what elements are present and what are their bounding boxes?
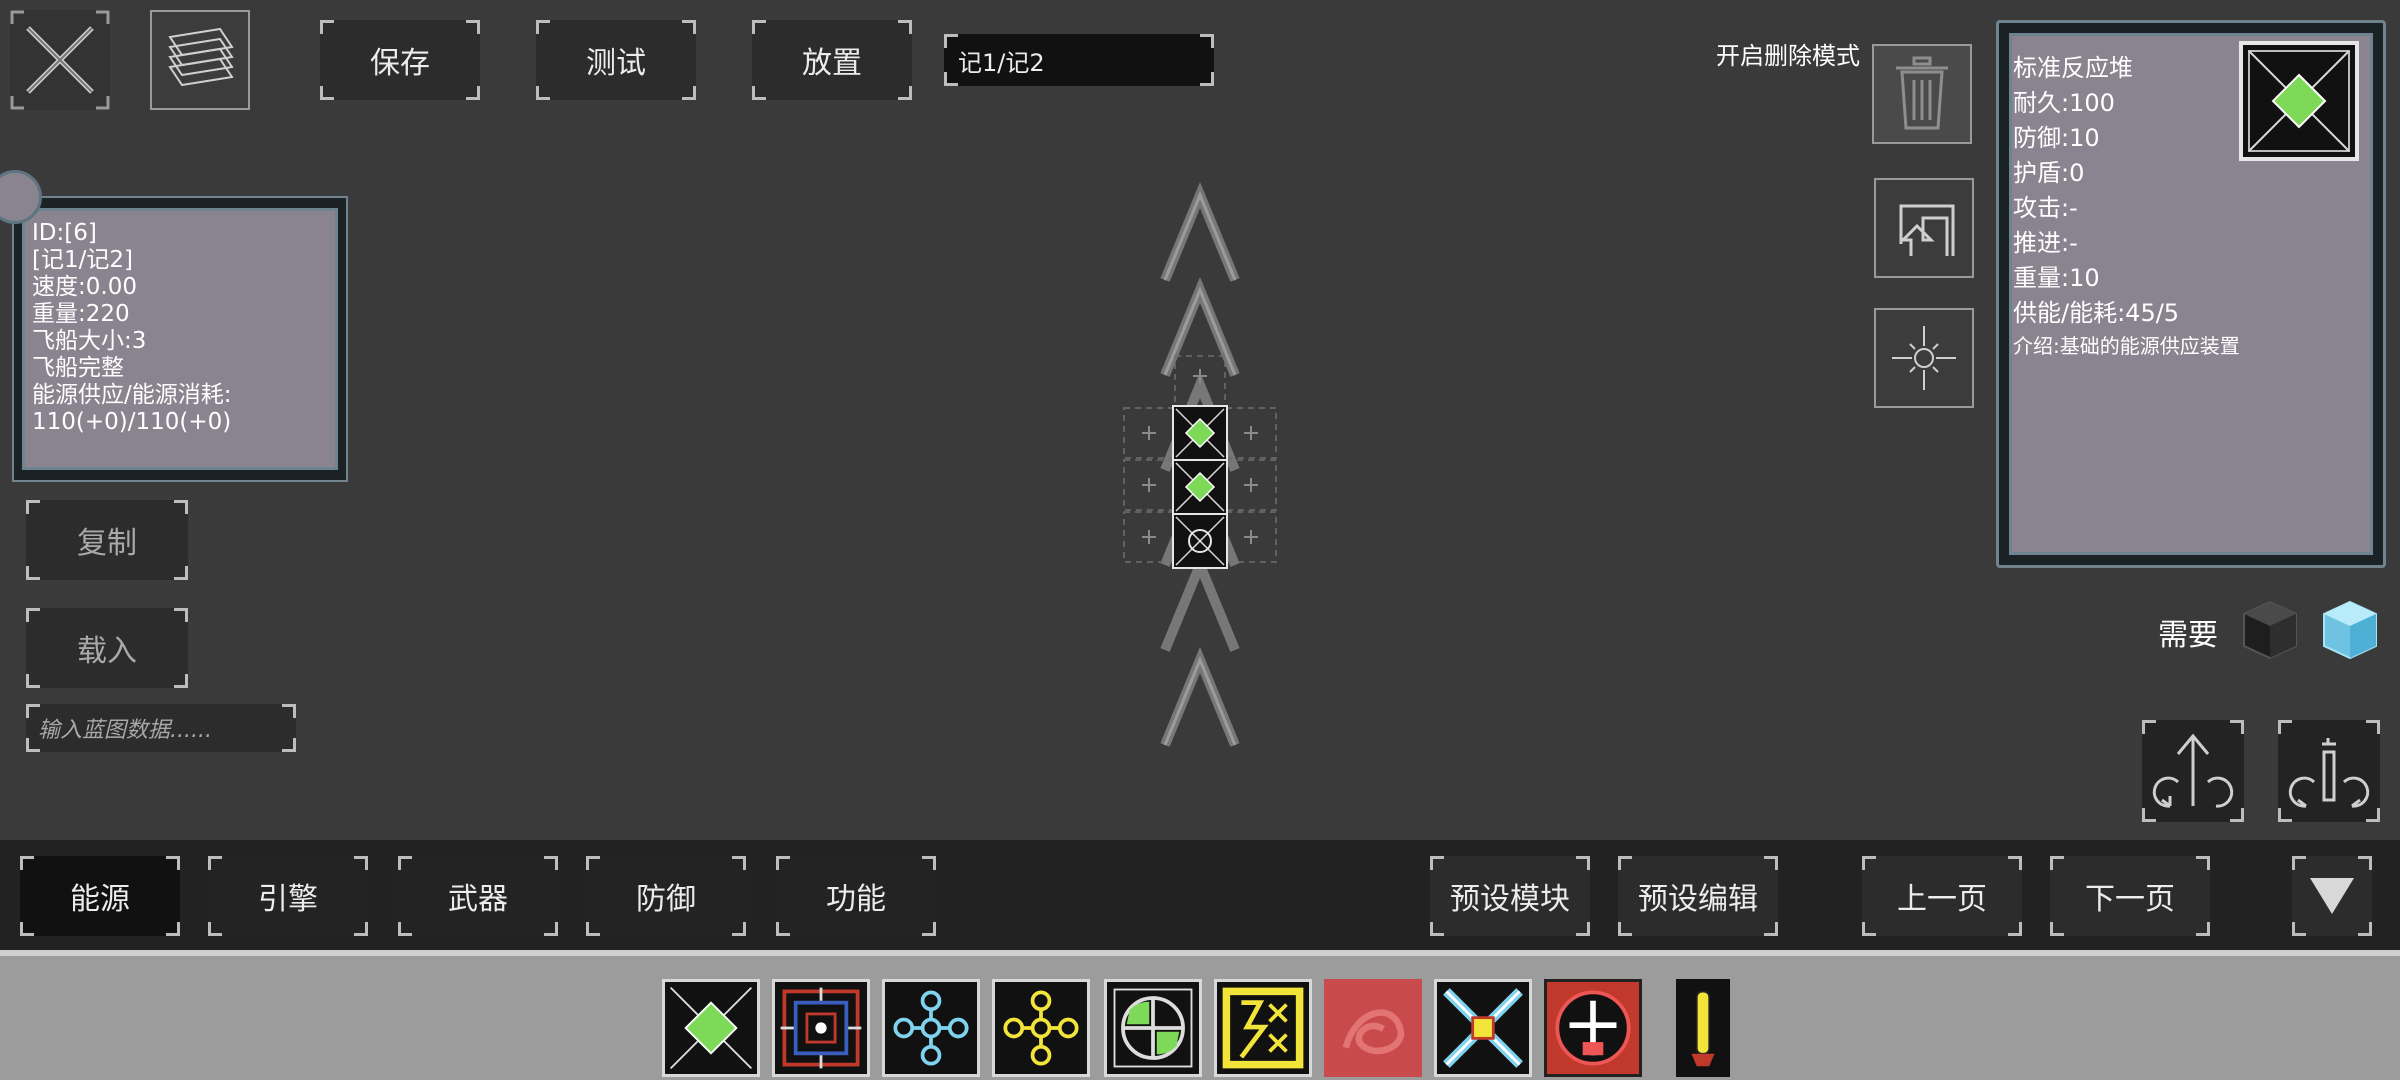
delete-mode-label: 开启删除模式	[1716, 42, 1860, 70]
ship-name-text: [记1/记2]	[32, 247, 133, 273]
ship-modules[interactable]	[1172, 405, 1228, 569]
part-capacitor[interactable]	[772, 979, 870, 1077]
part-red-core[interactable]	[1544, 979, 1642, 1077]
tab-weapon[interactable]: 武器	[398, 856, 558, 936]
core-module	[1172, 513, 1228, 569]
module-durability-text: 耐久:100	[2013, 89, 2115, 117]
module-info-panel: 标准反应堆 耐久:100 防御:10 护盾:0 攻击:- 推进:- 重量:10 …	[1996, 20, 2386, 568]
ship-speed-text: 速度:0.00	[32, 274, 137, 300]
target-icon	[1892, 326, 1956, 390]
tab-energy[interactable]: 能源	[20, 856, 180, 936]
part-fuel-tube[interactable]	[1676, 979, 1730, 1077]
module-description-text: 介绍:基础的能源供应装置	[2013, 334, 2240, 358]
collapse-button[interactable]	[2292, 856, 2372, 936]
part-green-core[interactable]	[1104, 979, 1202, 1077]
parts-palette	[0, 950, 2400, 1080]
rotate-up-icon	[2152, 733, 2234, 808]
module-power-text: 供能/能耗:45/5	[2013, 299, 2180, 327]
blueprint-name-field[interactable]: 记1/记2	[944, 34, 1214, 86]
ship-status-text: 飞船完整	[32, 355, 124, 381]
preset-module-button[interactable]: 预设模块	[1430, 856, 1590, 936]
prev-page-button[interactable]: 上一页	[1862, 856, 2022, 936]
module-defense-text: 防御:10	[2013, 124, 2100, 152]
tab-engine[interactable]: 引擎	[208, 856, 368, 936]
ice-cube-icon	[2323, 600, 2377, 660]
module-name-text: 标准反应堆	[2013, 54, 2133, 82]
place-button[interactable]: 放置	[752, 20, 912, 100]
layers-button[interactable]	[150, 10, 250, 110]
center-view-button[interactable]	[1874, 308, 1974, 408]
reactor-module-1	[1172, 405, 1228, 461]
tab-defense[interactable]: 防御	[586, 856, 746, 936]
part-ice-node[interactable]	[882, 979, 980, 1077]
part-solar-node[interactable]	[992, 979, 1090, 1077]
module-shield-text: 护盾:0	[2013, 159, 2085, 187]
down-triangle-icon	[2310, 878, 2354, 914]
layers-icon	[168, 27, 234, 87]
rotate-flip-icon	[2288, 738, 2370, 808]
delete-mode-button[interactable]	[1872, 44, 1972, 144]
blueprint-data-input[interactable]: 输入蓝图数据......	[26, 704, 296, 752]
module-thrust-text: 推进:-	[2013, 229, 2078, 257]
module-weight-text: 重量:10	[2013, 264, 2100, 292]
trash-icon	[1896, 56, 1948, 130]
ship-energy-value: 110(+0)/110(+0)	[32, 409, 232, 435]
part-reactor[interactable]	[662, 979, 760, 1077]
rotate-up-button[interactable]	[2142, 720, 2244, 822]
tab-function[interactable]: 功能	[776, 856, 936, 936]
undo-button[interactable]	[1874, 178, 1974, 278]
part-cross-thruster[interactable]	[1434, 979, 1532, 1077]
next-page-button[interactable]: 下一页	[2050, 856, 2210, 936]
part-lightning-generator[interactable]	[1214, 979, 1312, 1077]
close-icon	[10, 10, 110, 110]
ship-info-panel: ID:[6] [记1/记2] 速度:0.00 重量:220 飞船大小:3 飞船完…	[12, 196, 348, 482]
preset-edit-button[interactable]: 预设编辑	[1618, 856, 1778, 936]
test-button[interactable]: 测试	[536, 20, 696, 100]
rotate-flip-button[interactable]	[2278, 720, 2380, 822]
ship-id-text: ID:[6]	[32, 220, 97, 246]
save-button[interactable]: 保存	[320, 20, 480, 100]
ship-weight-text: 重量:220	[32, 301, 130, 327]
module-attack-text: 攻击:-	[2013, 194, 2078, 222]
ship-size-text: 飞船大小:3	[32, 328, 147, 354]
close-button[interactable]	[10, 10, 110, 110]
require-label: 需要	[2158, 618, 2218, 653]
reactor-module-2	[1172, 459, 1228, 515]
module-preview-icon	[2239, 41, 2359, 161]
part-red-armor[interactable]	[1324, 979, 1422, 1077]
load-button[interactable]: 载入	[26, 608, 188, 688]
dark-cube-icon	[2243, 600, 2297, 660]
return-arrow-icon	[1899, 204, 1955, 256]
ship-energy-label: 能源供应/能源消耗:	[32, 382, 232, 408]
blueprint-name-text: 记1/记2	[958, 48, 1045, 77]
blueprint-data-placeholder: 输入蓝图数据......	[38, 718, 212, 743]
copy-button[interactable]: 复制	[26, 500, 188, 580]
